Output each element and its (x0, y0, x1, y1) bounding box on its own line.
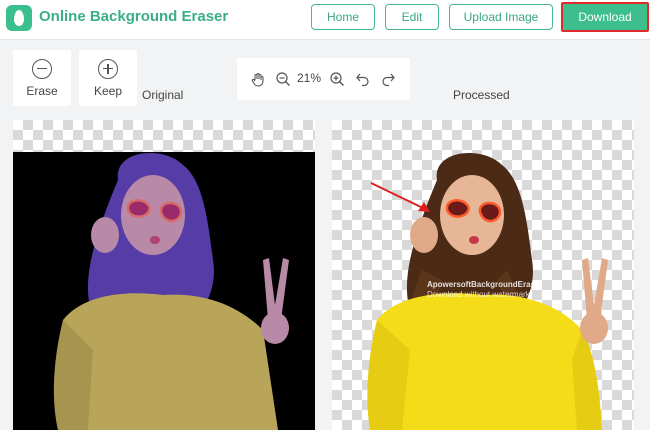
watermark-text: ApowersoftBackgroundEraser Download with… (427, 280, 543, 300)
download-button[interactable]: Download (561, 2, 649, 32)
upload-image-button[interactable]: Upload Image (449, 4, 553, 30)
undo-icon[interactable] (355, 71, 371, 87)
app-logo-icon[interactable] (6, 5, 32, 31)
top-header: Online Background Eraser Home Edit Uploa… (0, 0, 650, 40)
erase-label: Erase (26, 84, 58, 98)
zoom-level: 21% (297, 71, 322, 85)
keep-label: Keep (93, 84, 123, 98)
redo-icon[interactable] (380, 71, 396, 87)
erase-tool-button[interactable]: Erase (13, 50, 71, 106)
app-title: Online Background Eraser (39, 8, 229, 25)
original-woman-figure (53, 153, 289, 430)
red-arrow-annotation (370, 182, 430, 212)
edit-button[interactable]: Edit (385, 4, 439, 30)
keep-tool-button[interactable]: Keep (79, 50, 137, 106)
zoom-out-icon[interactable] (275, 71, 291, 87)
scroll-gutter (636, 120, 650, 430)
plus-circle-icon (98, 59, 118, 79)
hand-icon[interactable] (250, 71, 266, 87)
original-label: Original (142, 88, 184, 102)
processed-woman-figure (367, 153, 608, 430)
original-image-panel[interactable] (13, 120, 315, 430)
zoom-toolbar: 21% (237, 58, 410, 100)
home-button[interactable]: Home (311, 4, 375, 30)
processed-image-panel[interactable]: ApowersoftBackgroundEraser Download with… (332, 120, 634, 430)
zoom-in-icon[interactable] (329, 71, 345, 87)
watermark-line2: Download without watermark (427, 290, 530, 299)
minus-circle-icon (32, 59, 52, 79)
watermark-line1: ApowersoftBackgroundEraser (427, 280, 543, 289)
processed-label: Processed (453, 88, 510, 102)
